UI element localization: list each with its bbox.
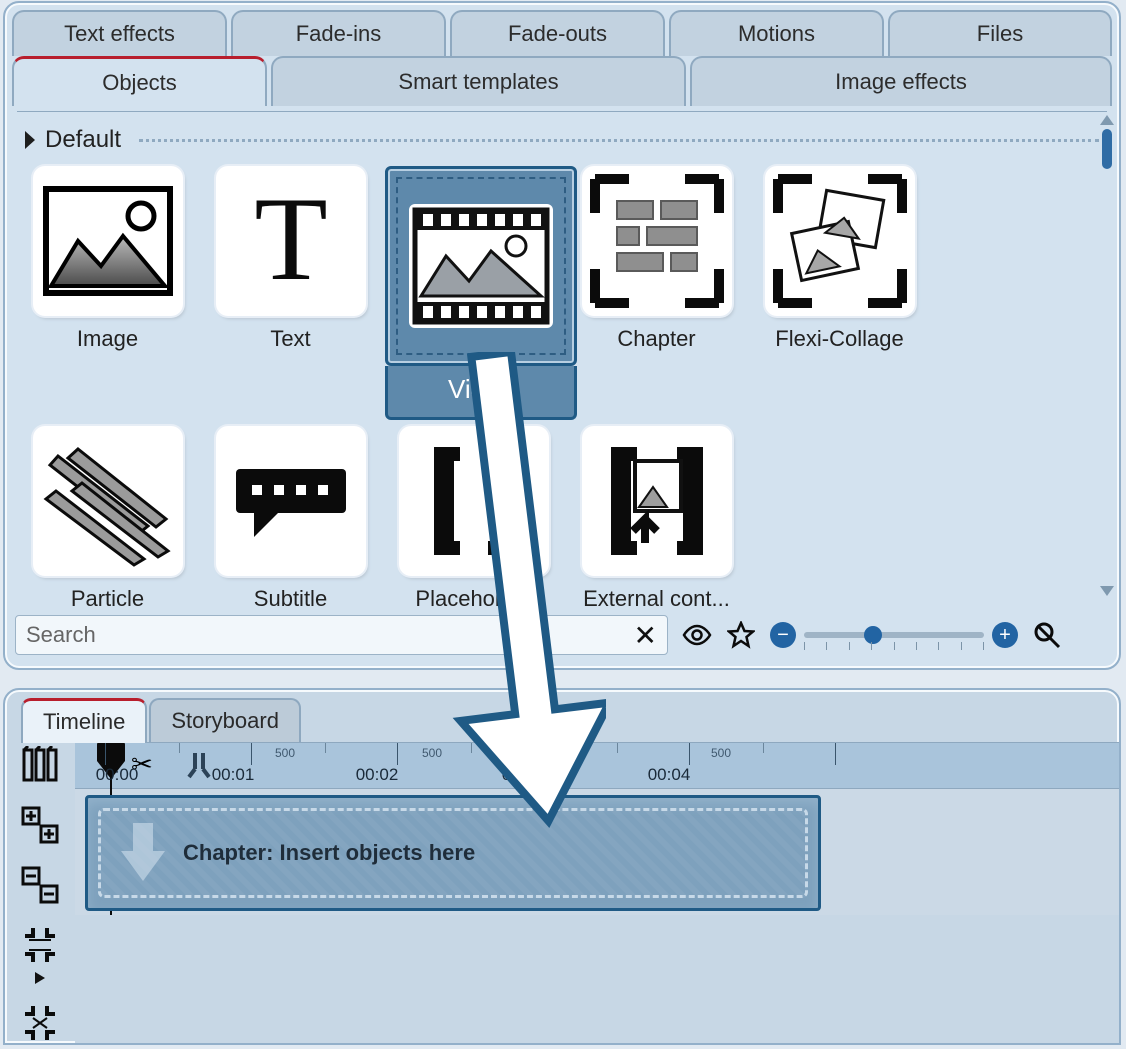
objects-content: Default Image [17, 111, 1107, 602]
tab-objects[interactable]: Objects [12, 56, 267, 106]
section-divider [139, 139, 1099, 142]
object-item-placeholder[interactable]: Placeholder [385, 426, 562, 618]
tab-image-effects[interactable]: Image effects [690, 56, 1112, 106]
tab-fade-ins[interactable]: Fade-ins [231, 10, 446, 56]
zoom-reset-icon[interactable] [1032, 620, 1062, 650]
object-item-video[interactable]: Video [385, 166, 562, 426]
section-title: Default [45, 126, 121, 154]
crop-frame-icon[interactable] [19, 924, 61, 966]
svg-text:T: T [254, 181, 327, 301]
scroll-down-icon [1100, 586, 1114, 596]
particle-icon [33, 426, 183, 576]
play-icon[interactable] [35, 972, 45, 984]
tab-storyboard[interactable]: Storyboard [149, 698, 301, 743]
ruler-half: 500 [711, 746, 731, 760]
split-marker-icon[interactable] [185, 751, 213, 779]
crop-frame2-icon[interactable] [19, 1002, 61, 1044]
scroll-thumb[interactable] [1102, 129, 1112, 169]
chapter-label: Chapter: Insert objects here [183, 840, 475, 866]
tab-files[interactable]: Files [888, 10, 1112, 56]
remove-tracks-icon[interactable] [19, 864, 61, 906]
object-label: External cont... [568, 586, 745, 612]
objects-grid: Image T Text [19, 166, 1105, 618]
object-label: Placeholder [385, 586, 562, 612]
object-item-particle[interactable]: Particle [19, 426, 196, 618]
zoom-in-button[interactable]: + [992, 622, 1018, 648]
toolbox-bottom-bar: ✕ − + [15, 612, 1109, 658]
ruler-half: 500 [565, 746, 585, 760]
ruler-label: 00:00 [96, 765, 139, 785]
eye-icon[interactable] [682, 620, 712, 650]
object-label: Text [202, 326, 379, 352]
timeline-tabs: Timeline Storyboard [21, 698, 1119, 743]
tab-timeline[interactable]: Timeline [21, 698, 147, 743]
tab-text-effects[interactable]: Text effects [12, 10, 227, 56]
tabs-row-primary: Objects Smart templates Image effects [12, 56, 1112, 106]
search-input[interactable] [26, 622, 634, 648]
section-header-default[interactable]: Default [25, 126, 1099, 154]
timeline-body: ✂ 00:00 500 00:01 00:02 500 00:03 500 00… [75, 742, 1119, 1043]
object-label: Video [385, 366, 577, 420]
object-label: Chapter [568, 326, 745, 352]
arrange-tracks-icon[interactable] [19, 744, 61, 786]
object-label: Image [19, 326, 196, 352]
zoom-slider: − + [770, 622, 1018, 648]
image-icon [33, 166, 183, 316]
drop-arrow-icon [121, 823, 165, 883]
external-content-icon [582, 426, 732, 576]
object-item-flexi-collage[interactable]: Flexi-Collage [751, 166, 928, 426]
scroll-up-icon [1100, 115, 1114, 125]
object-label: Subtitle [202, 586, 379, 612]
timeline-side-tools [11, 744, 69, 1044]
tab-motions[interactable]: Motions [669, 10, 884, 56]
object-item-subtitle[interactable]: Subtitle [202, 426, 379, 618]
search-field-wrap: ✕ [15, 615, 668, 655]
star-icon[interactable] [726, 620, 756, 650]
subtitle-icon [216, 426, 366, 576]
tab-smart-templates[interactable]: Smart templates [271, 56, 686, 106]
timeline-ruler[interactable]: ✂ 00:00 500 00:01 00:02 500 00:03 500 00… [75, 743, 1119, 789]
video-icon [385, 166, 577, 366]
object-label: Flexi-Collage [751, 326, 928, 352]
timeline-panel: Timeline Storyboard [3, 688, 1121, 1045]
chapter-icon [582, 166, 732, 316]
object-item-chapter[interactable]: Chapter [568, 166, 745, 426]
add-tracks-icon[interactable] [19, 804, 61, 846]
objects-scrollbar[interactable] [1099, 111, 1115, 602]
tracks-area[interactable] [75, 915, 1119, 1043]
ruler-half: 500 [422, 746, 442, 760]
placeholder-icon [399, 426, 549, 576]
ruler-label: 00:01 [212, 765, 255, 785]
object-label: Particle [19, 586, 196, 612]
object-item-image[interactable]: Image [19, 166, 196, 426]
toolbox-panel: Text effects Fade-ins Fade-outs Motions … [3, 1, 1121, 670]
clear-search-icon[interactable]: ✕ [634, 619, 657, 652]
ruler-label: 00:02 [356, 765, 399, 785]
zoom-out-button[interactable]: − [770, 622, 796, 648]
tab-fade-outs[interactable]: Fade-outs [450, 10, 665, 56]
ruler-label: 00:03 [502, 765, 545, 785]
chapter-drop-zone[interactable]: Chapter: Insert objects here [85, 795, 821, 911]
object-item-text[interactable]: T Text [202, 166, 379, 426]
collapse-triangle-icon [25, 131, 35, 149]
ruler-label: 00:04 [648, 765, 691, 785]
text-icon: T [216, 166, 366, 316]
zoom-track[interactable] [804, 632, 984, 638]
object-item-external-content[interactable]: External cont... [568, 426, 745, 618]
tabs-row-secondary: Text effects Fade-ins Fade-outs Motions … [12, 10, 1112, 56]
ruler-half: 500 [275, 746, 295, 760]
flexi-collage-icon [765, 166, 915, 316]
